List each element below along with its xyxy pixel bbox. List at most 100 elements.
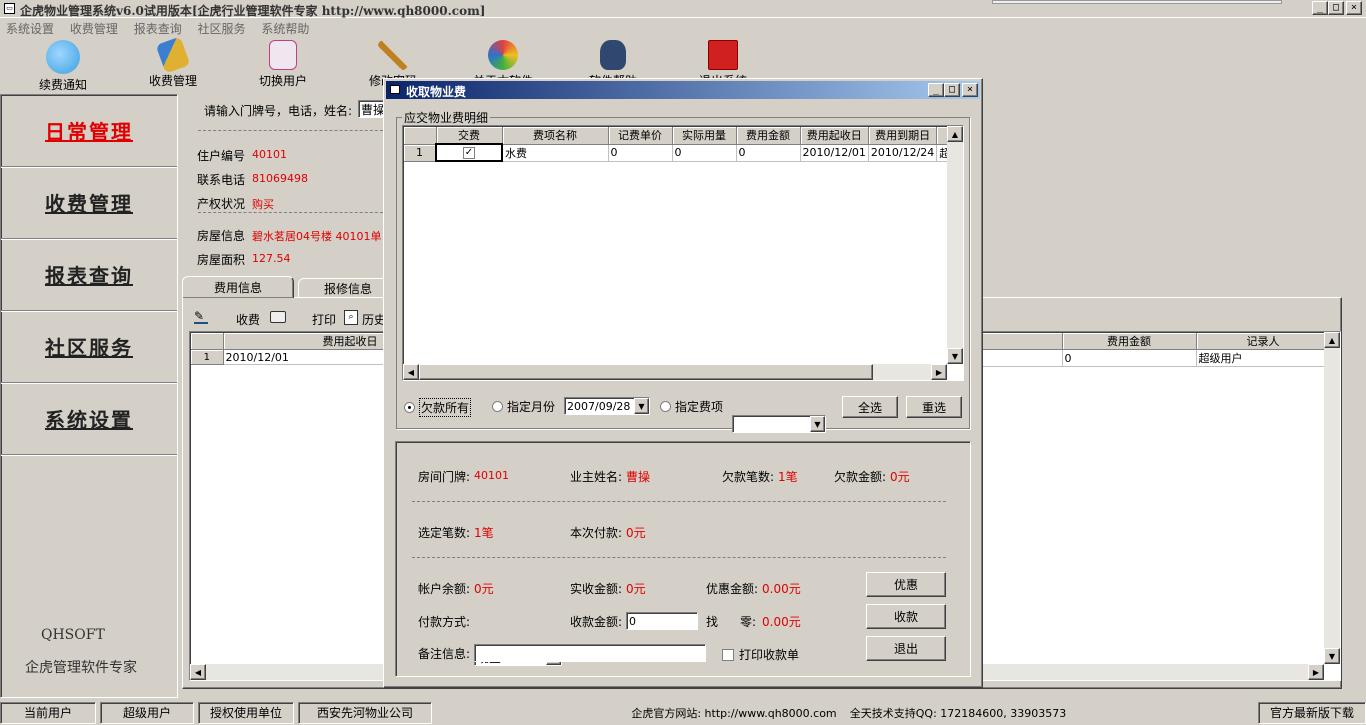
month-select[interactable]: 2007/09/28 ▼ bbox=[564, 397, 650, 415]
cell-usage: 0 bbox=[672, 144, 737, 162]
balance-value: 0元 bbox=[474, 582, 494, 596]
col-header-pay[interactable]: 交费 bbox=[436, 127, 503, 145]
scroll-right-button[interactable]: ▶ bbox=[931, 364, 947, 380]
change-label-b: 零: bbox=[740, 615, 757, 629]
tool-label: 收费管理 bbox=[148, 74, 197, 88]
scroll-left-button[interactable]: ◀ bbox=[190, 664, 206, 680]
menu-item-reports[interactable]: 报表查询 bbox=[134, 22, 182, 36]
select-all-button[interactable]: 全选 bbox=[842, 396, 898, 418]
dialog-vertical-scrollbar[interactable]: ▲ ▼ bbox=[947, 126, 963, 364]
row-number: 1 bbox=[191, 349, 224, 365]
dialog-minimize-button[interactable]: _ bbox=[928, 83, 944, 97]
cell-item-name: 水费 bbox=[502, 144, 609, 162]
pencil-icon[interactable]: ✎ bbox=[194, 310, 208, 324]
item-select[interactable]: ▼ bbox=[732, 415, 826, 433]
scroll-down-button[interactable]: ▼ bbox=[947, 348, 963, 364]
radio-specific-month[interactable]: 指定月份 bbox=[492, 398, 555, 415]
chevron-down-icon[interactable]: ▼ bbox=[634, 398, 649, 414]
tool-charge-management[interactable]: 收费管理 bbox=[118, 36, 228, 90]
nav-report-query[interactable]: 报表查询 bbox=[1, 239, 177, 311]
nav-label: 报表查询 bbox=[45, 264, 133, 288]
print-receipt-option[interactable]: 打印收款单 bbox=[722, 646, 799, 663]
tab-fee-info[interactable]: 费用信息 bbox=[182, 276, 294, 298]
dialog-maximize-button[interactable]: □ bbox=[944, 83, 960, 97]
col-header-hidden[interactable] bbox=[982, 333, 1063, 350]
fee-detail-grid: 交费 费项名称 记费单价 实际用量 费用金额 费用起收日 费用到期日 1 ✓ 水… bbox=[402, 125, 964, 381]
print-receipt-checkbox[interactable] bbox=[722, 648, 734, 661]
status-latest-download[interactable]: 官方最新版下载 bbox=[1258, 701, 1366, 724]
app-title: 企虎物业管理系统v6.0试用版本[企虎行业管理软件专家 http://www.q… bbox=[20, 4, 486, 18]
collect-amount-input[interactable]: 0 bbox=[626, 612, 698, 630]
house-value: 碧水茗居04号楼 40101单 bbox=[252, 230, 382, 243]
menu-item-community[interactable]: 社区服务 bbox=[198, 22, 246, 36]
pay-checkbox[interactable]: ✓ bbox=[463, 147, 475, 159]
app-icon: ▭ bbox=[4, 3, 15, 14]
received-label: 实收金额: bbox=[570, 582, 623, 596]
debt-count-value: 1笔 bbox=[778, 470, 798, 484]
property-label: 产权状况 bbox=[197, 197, 246, 211]
radio-specific-item[interactable]: 指定费项 bbox=[660, 398, 723, 415]
phone-label: 联系电话 bbox=[197, 173, 246, 187]
dialog-horizontal-scrollbar[interactable]: ◀ ▶ bbox=[403, 364, 947, 380]
col-header-price[interactable]: 记费单价 bbox=[608, 127, 673, 145]
col-header-start[interactable]: 费用起收日 bbox=[800, 127, 869, 145]
minimize-button[interactable]: _ bbox=[1312, 1, 1328, 15]
cell-price: 0 bbox=[608, 144, 673, 162]
owner-value: 曹操 bbox=[626, 470, 651, 484]
close-button[interactable]: × bbox=[1346, 1, 1362, 15]
scroll-left-button[interactable]: ◀ bbox=[403, 364, 419, 380]
print-action[interactable]: 打印 bbox=[312, 311, 336, 328]
col-header-usage[interactable]: 实际用量 bbox=[672, 127, 737, 145]
radio-all-debt-dot[interactable] bbox=[404, 402, 415, 413]
chevron-down-icon[interactable]: ▼ bbox=[810, 416, 825, 432]
dialog-close-button[interactable]: × bbox=[962, 83, 978, 97]
col-header-recorder[interactable]: 记录人 bbox=[1196, 333, 1331, 350]
pay-method-label: 付款方式: bbox=[418, 615, 471, 629]
dialog-icon bbox=[390, 85, 400, 94]
exit-button[interactable]: 退出 bbox=[866, 636, 946, 661]
table-row[interactable]: 1 ✓ 水费 0 0 0 2010/12/01 2010/12/24 超 bbox=[404, 143, 954, 162]
cell-pay[interactable]: ✓ bbox=[435, 143, 503, 162]
nav-system-settings[interactable]: 系统设置 bbox=[1, 383, 177, 455]
nav-community-service[interactable]: 社区服务 bbox=[1, 311, 177, 383]
collect-label: 收款金额: bbox=[570, 615, 623, 629]
printer-icon[interactable] bbox=[270, 311, 286, 323]
discount-button[interactable]: 优惠 bbox=[866, 572, 946, 597]
menu-item-charge[interactable]: 收费管理 bbox=[70, 22, 118, 36]
row-header-cell bbox=[404, 127, 437, 145]
nav-charge-management[interactable]: 收费管理 bbox=[1, 167, 177, 239]
restore-button[interactable]: □ bbox=[1328, 1, 1344, 15]
note-label: 备注信息: bbox=[418, 647, 471, 661]
nav-daily-management[interactable]: 日常管理 bbox=[1, 95, 177, 167]
radio-specific-item-dot[interactable] bbox=[660, 401, 671, 412]
note-input[interactable] bbox=[474, 644, 706, 662]
magnifier-icon[interactable]: ⌕ bbox=[344, 310, 358, 325]
pay-now-label: 本次付款: bbox=[570, 526, 623, 540]
col-header-end[interactable]: 费用到期日 bbox=[868, 127, 938, 145]
room-label: 房间门牌: bbox=[418, 470, 471, 484]
tool-renew-notice[interactable]: 续费通知 bbox=[8, 40, 118, 92]
nav-label: 社区服务 bbox=[45, 336, 133, 360]
scroll-thumb[interactable] bbox=[419, 364, 873, 380]
radio-all-debt[interactable]: 欠款所有 bbox=[404, 398, 472, 417]
scroll-right-button[interactable]: ▶ bbox=[1308, 664, 1324, 680]
scroll-up-button[interactable]: ▲ bbox=[1324, 332, 1340, 348]
radio-specific-month-dot[interactable] bbox=[492, 401, 503, 412]
reselect-button[interactable]: 重选 bbox=[906, 396, 962, 418]
discount-value: 0.00元 bbox=[762, 582, 801, 596]
menu-item-help[interactable]: 系统帮助 bbox=[261, 22, 309, 36]
charge-dialog: 收取物业费 _ □ × 应交物业费明细 交费 费项名称 记费单价 实际用量 费用… bbox=[383, 78, 983, 688]
resident-no-value: 40101 bbox=[252, 148, 287, 161]
debt-count-label: 欠款笔数: bbox=[722, 470, 775, 484]
table-row[interactable]: 0 超级用户 bbox=[982, 349, 1331, 367]
scroll-down-button[interactable]: ▼ bbox=[1324, 648, 1340, 664]
collect-button[interactable]: 收款 bbox=[866, 604, 946, 629]
tool-switch-user[interactable]: 切换用户 bbox=[228, 40, 338, 90]
charge-action[interactable]: 收费 bbox=[236, 311, 260, 328]
vertical-scrollbar[interactable]: ▲ ▼ bbox=[1324, 332, 1340, 664]
col-header-item-name[interactable]: 费项名称 bbox=[502, 127, 609, 145]
col-header-amount[interactable]: 费用金额 bbox=[736, 127, 801, 145]
scroll-up-button[interactable]: ▲ bbox=[947, 126, 963, 142]
col-header-amount[interactable]: 费用金额 bbox=[1062, 333, 1197, 350]
menu-item-system-settings[interactable]: 系统设置 bbox=[6, 22, 54, 36]
